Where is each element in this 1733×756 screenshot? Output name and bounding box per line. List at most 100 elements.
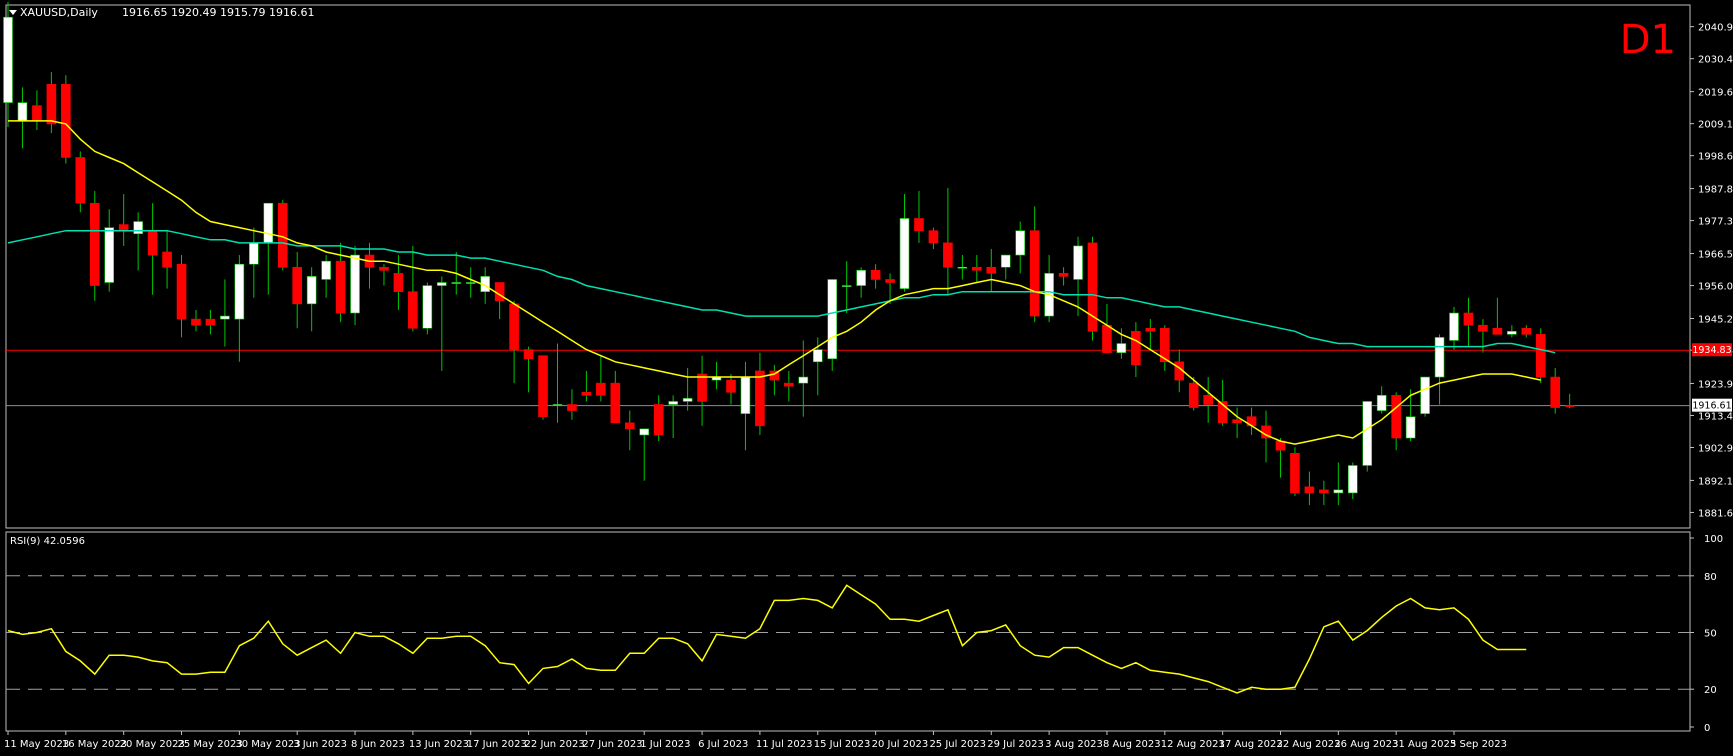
bear-candle [1478, 324, 1488, 332]
h-line-price-label: 1934.83 [1692, 345, 1731, 356]
bull-candle [1420, 376, 1430, 414]
price-tick-label: 2030.40 [1698, 55, 1733, 66]
date-tick-label: 20 Jul 2023 [872, 739, 929, 750]
bear-candle [581, 391, 592, 396]
bull-candle [1015, 230, 1026, 256]
price-tick-label: 2040.90 [1698, 23, 1733, 34]
bear-candle [972, 266, 982, 271]
bear-candle [538, 355, 548, 417]
bear-candle [1391, 395, 1401, 439]
bear-candle [986, 266, 997, 274]
date-tick-label: 6 Jul 2023 [698, 739, 748, 750]
bear-candle [1550, 376, 1561, 408]
date-tick-label: 29 Jul 2023 [987, 739, 1044, 750]
date-tick-label: 1 Jul 2023 [640, 739, 690, 750]
bear-candle [755, 370, 765, 427]
bear-candle [653, 404, 664, 436]
bear-candle [205, 318, 216, 326]
bear-candle [943, 242, 953, 268]
date-tick-label: 8 Jun 2023 [351, 739, 405, 750]
bear-candle [75, 157, 86, 204]
symbol-label: XAUUSD,Daily [20, 6, 98, 19]
bull-candle [249, 242, 259, 265]
bull-candle [1405, 416, 1416, 439]
bull-candle [856, 270, 866, 286]
date-tick-label: 15 Jul 2023 [814, 739, 871, 750]
bull-candle [17, 102, 28, 122]
date-tick-label: 20 May 2023 [120, 739, 185, 750]
bull-candle [812, 349, 823, 363]
price-tick-label: 1913.40 [1698, 411, 1733, 422]
price-tick-label: 2009.10 [1698, 120, 1733, 131]
bull-candle [306, 276, 317, 305]
bear-candle [509, 303, 519, 350]
bear-candle [147, 230, 158, 256]
bear-candle [89, 202, 100, 286]
bull-candle [1000, 254, 1011, 268]
bull-candle [1347, 465, 1358, 494]
date-tick-label: 26 Aug 2023 [1334, 739, 1398, 750]
bear-candle [1319, 489, 1329, 494]
bear-candle [784, 382, 794, 387]
date-tick-label: 3 Aug 2023 [1045, 739, 1103, 750]
bear-candle [1131, 331, 1141, 366]
bull-candle [133, 221, 143, 235]
bear-candle [61, 83, 71, 158]
bear-candle [1232, 419, 1242, 424]
rsi-tick-label: 50 [1704, 629, 1717, 640]
bull-candle [436, 282, 447, 286]
timeframe-badge: D1 [1620, 17, 1676, 63]
rsi-tick-label: 100 [1704, 534, 1723, 545]
price-tick-label: 1998.60 [1698, 152, 1733, 163]
bull-candle [220, 315, 230, 320]
price-tick-label: 1902.90 [1698, 443, 1733, 454]
date-tick-label: 17 Jun 2023 [467, 739, 527, 750]
date-tick-label: 3 Jun 2023 [293, 739, 347, 750]
bear-candle [32, 105, 42, 122]
bear-candle [335, 260, 346, 314]
bull-candle [465, 282, 476, 284]
bull-candle [899, 218, 910, 289]
bear-candle [610, 382, 621, 424]
price-tick-label: 1923.90 [1698, 379, 1733, 390]
bull-candle [827, 279, 838, 360]
bear-candle [596, 382, 606, 396]
bear-candle [1029, 230, 1040, 317]
bear-candle [726, 379, 736, 393]
date-tick-label: 22 Aug 2023 [1276, 739, 1340, 750]
rsi-tick-label: 0 [1704, 723, 1710, 734]
bull-candle [263, 202, 274, 244]
date-tick-label: 31 Aug 2023 [1392, 739, 1456, 750]
date-tick-label: 22 Jun 2023 [525, 739, 585, 750]
bull-candle [422, 285, 433, 329]
bear-candle [914, 218, 924, 231]
bear-candle [118, 224, 129, 231]
bear-candle [1203, 395, 1213, 405]
date-tick-label: 27 Jun 2023 [582, 739, 642, 750]
bull-candle [1116, 343, 1127, 353]
bear-candle [1492, 327, 1503, 335]
bull-candle [1434, 337, 1445, 378]
bear-candle [1188, 382, 1199, 408]
bear-candle [393, 273, 404, 292]
bear-candle [523, 349, 534, 360]
bull-candle [639, 428, 650, 436]
bear-candle [567, 404, 577, 411]
price-tick-label: 1945.20 [1698, 314, 1733, 325]
bear-candle [1102, 324, 1112, 353]
date-tick-label: 8 Aug 2023 [1103, 739, 1161, 750]
bear-candle [1463, 312, 1474, 326]
bear-candle [697, 373, 707, 402]
bull-candle [321, 260, 331, 280]
price-tick-label: 1892.10 [1698, 476, 1733, 487]
price-tick-label: 1987.80 [1698, 185, 1733, 196]
h-line-price-label: 1916.61 [1692, 401, 1731, 412]
bear-candle [162, 251, 172, 268]
bear-candle [176, 263, 187, 320]
bull-candle [682, 398, 693, 402]
bull-candle [552, 404, 563, 406]
rsi-tick-label: 20 [1704, 685, 1717, 696]
bull-candle [1376, 395, 1387, 411]
date-tick-label: 5 Sep 2023 [1450, 739, 1507, 750]
bull-candle [957, 266, 968, 269]
